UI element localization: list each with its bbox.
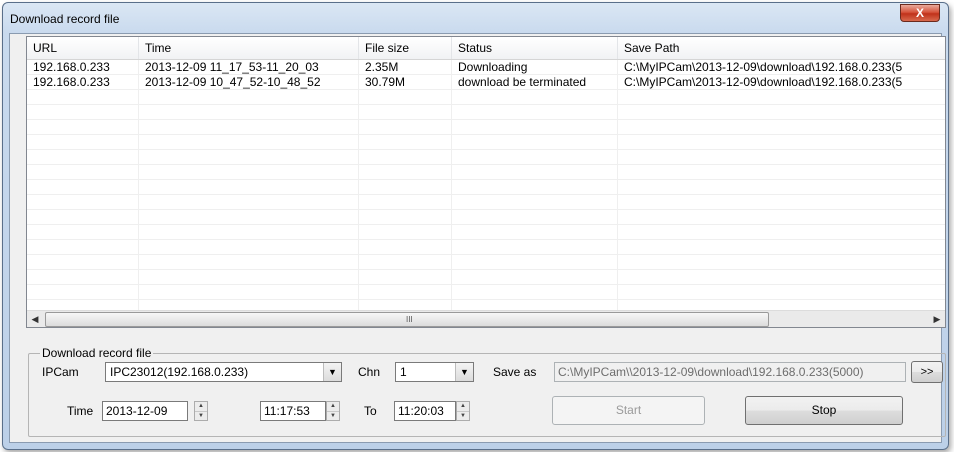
column-header[interactable]: Status (452, 37, 618, 59)
spin-up-icon[interactable]: ▲ (457, 402, 469, 412)
chevron-down-icon[interactable]: ▼ (323, 363, 341, 381)
scroll-thumb[interactable]: III (45, 312, 769, 327)
group-title: Download record file (40, 346, 154, 360)
save-as-field: C:\MyIPCam\\2013-12-09\download\192.168.… (554, 362, 906, 382)
table-row[interactable]: 192.168.0.233 2013-12-09 10_47_52-10_48_5… (27, 75, 945, 90)
chevron-down-icon[interactable]: ▼ (455, 363, 473, 381)
browse-button[interactable]: >> (911, 361, 943, 383)
table-cell: C:\MyIPCam\2013-12-09\download\192.168.0… (624, 75, 903, 89)
channel-select[interactable]: 1 ▼ (395, 362, 474, 382)
column-header[interactable]: File size (359, 37, 452, 59)
table-cell: 2.35M (365, 60, 399, 74)
start-button[interactable]: Start (552, 396, 705, 425)
date-spinner[interactable]: ▲ ▼ (194, 401, 208, 421)
table-cell: download be terminated (458, 75, 587, 89)
table-cell: 30.79M (365, 75, 406, 89)
chn-label: Chn (358, 365, 381, 379)
close-button[interactable]: X (900, 4, 940, 22)
list-body (27, 60, 945, 312)
from-time-field[interactable]: 11:17:53 (260, 401, 326, 421)
stop-button[interactable]: Stop (745, 396, 903, 425)
from-time-spinner[interactable]: ▲ ▼ (326, 401, 340, 421)
ipcam-value: IPC23012(192.168.0.233) (110, 365, 249, 379)
time-label: Time (67, 404, 94, 418)
window-title: Download record file (10, 12, 120, 26)
save-as-value: C:\MyIPCam\\2013-12-09\download\192.168.… (558, 365, 864, 379)
from-time-value: 11:17:53 (264, 404, 310, 418)
scroll-right-icon[interactable]: ▶ (929, 311, 945, 327)
table-cell: 2013-12-09 11_17_53-11_20_03 (145, 60, 319, 74)
column-header[interactable]: Time (139, 37, 359, 59)
column-header[interactable]: Save Path (618, 37, 945, 59)
channel-value: 1 (400, 365, 407, 379)
spin-down-icon[interactable]: ▼ (195, 412, 207, 421)
to-time-spinner[interactable]: ▲ ▼ (456, 401, 470, 421)
table-cell: Downloading (458, 60, 528, 74)
table-cell: 192.168.0.233 (33, 75, 110, 89)
spin-up-icon[interactable]: ▲ (195, 402, 207, 412)
download-list[interactable]: URL Time File size Status Save Path 192.168.… (26, 36, 946, 328)
column-header[interactable]: URL (27, 37, 139, 59)
table-cell: 192.168.0.233 (33, 60, 110, 74)
list-header: URL Time File size Status Save Path (27, 37, 945, 60)
spin-up-icon[interactable]: ▲ (327, 402, 339, 412)
spin-down-icon[interactable]: ▼ (327, 412, 339, 421)
to-time-value: 11:20:03 (398, 404, 444, 418)
date-value: 2013-12-09 (106, 404, 168, 418)
close-icon: X (915, 6, 924, 20)
table-row[interactable]: 192.168.0.233 2013-12-09 11_17_53-11_20_0… (27, 60, 945, 75)
title-bar[interactable]: Download record file X (3, 3, 948, 33)
table-cell: 2013-12-09 10_47_52-10_48_52 (145, 75, 321, 89)
to-time-field[interactable]: 11:20:03 (394, 401, 456, 421)
date-field[interactable]: 2013-12-09 (102, 401, 188, 421)
ipcam-label: IPCam (42, 365, 79, 379)
save-as-label: Save as (493, 365, 537, 379)
scroll-grip: III (406, 315, 413, 324)
table-cell: C:\MyIPCam\2013-12-09\download\192.168.0… (624, 60, 903, 74)
ipcam-select[interactable]: IPC23012(192.168.0.233) ▼ (105, 362, 342, 382)
horizontal-scrollbar[interactable]: ◀ III ▶ (27, 310, 945, 327)
spin-down-icon[interactable]: ▼ (457, 412, 469, 421)
to-label: To (364, 404, 377, 418)
scroll-left-icon[interactable]: ◀ (27, 311, 43, 327)
